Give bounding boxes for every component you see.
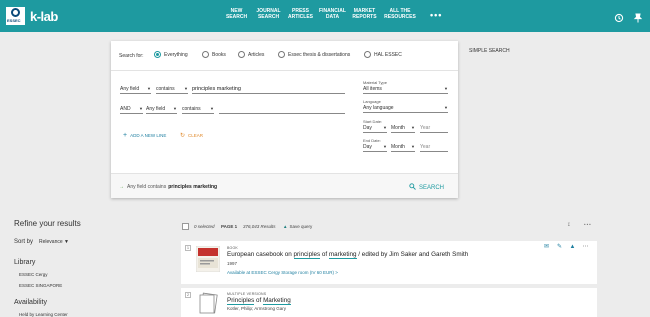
- row2-boolean-select[interactable]: AND ▼: [120, 105, 143, 114]
- row2-field-select[interactable]: Any field ▼: [146, 105, 177, 114]
- sort-select[interactable]: Relevance ▼: [39, 239, 69, 245]
- result-count: 376,043 Results: [243, 224, 276, 229]
- sort-by: Sort by Relevance ▼: [14, 239, 69, 245]
- results-toolbar: 0 selected PAGE 1 376,043 Results ▲ Save …: [181, 222, 601, 234]
- result-actions: ✉ ✎ ▲ ⋯: [537, 244, 589, 251]
- end-day-select[interactable]: Day ▼: [363, 143, 387, 152]
- add-line-button[interactable]: + ADD A NEW LINE: [123, 132, 166, 139]
- more-options-icon[interactable]: •••: [584, 222, 592, 227]
- radio-icon: [364, 51, 371, 58]
- page-number: PAGE 1: [221, 224, 238, 229]
- end-month-select[interactable]: Month ▼: [391, 143, 415, 152]
- clear-button[interactable]: ↻ CLEAR: [180, 132, 203, 139]
- facet-availability-title: Availability: [14, 299, 47, 306]
- plus-icon: +: [123, 132, 128, 139]
- availability-link[interactable]: Available at ESSEC Cergy Storage room (I…: [227, 270, 338, 275]
- chevron-down-icon: ▼: [383, 125, 387, 130]
- advanced-search-panel: Search for: Everything Books Articles Es…: [111, 41, 458, 198]
- row2-operator-select[interactable]: contains ▼: [182, 105, 214, 114]
- result-item[interactable]: 2 MULTIPLE VERSIONS Principles of Market…: [181, 288, 597, 317]
- search-icon: [409, 183, 416, 192]
- row1-field-select[interactable]: Any field ▼: [120, 85, 151, 94]
- top-bar: ESSEC k-lab NEW SEARCH JOURNAL SEARCH PRES…: [0, 0, 650, 32]
- book-cover-thumbnail: [195, 245, 221, 273]
- refine-title: Refine your results: [14, 219, 81, 228]
- end-year-input[interactable]: Year: [420, 143, 448, 152]
- pin-icon[interactable]: ▲: [569, 244, 576, 251]
- start-year-input[interactable]: Year: [420, 124, 448, 133]
- chevron-down-icon: ▼: [444, 86, 448, 91]
- query-summary-bar: → Any field contains principles marketing…: [111, 173, 458, 198]
- arrow-right-icon: →: [119, 184, 124, 190]
- logo[interactable]: ESSEC k-lab: [6, 7, 58, 25]
- chevron-down-icon: ▼: [411, 125, 415, 130]
- result-type: BOOK: [227, 246, 238, 250]
- refresh-icon: ↻: [180, 133, 186, 139]
- material-type-select[interactable]: All items ▼: [363, 85, 448, 94]
- select-all-checkbox[interactable]: [182, 223, 189, 230]
- pin-icon: ▲: [283, 224, 288, 229]
- chevron-down-icon: ▼: [139, 106, 143, 111]
- save-query-button[interactable]: ▲ Save query: [283, 224, 312, 229]
- result-title[interactable]: Principles of Marketing: [227, 297, 291, 305]
- radio-icon: [202, 51, 209, 58]
- result-year: 1997: [227, 261, 238, 266]
- nav-market-reports[interactable]: MARKET REPORTS: [349, 8, 380, 20]
- more-menu-icon[interactable]: •••: [430, 10, 442, 20]
- main-nav: NEW SEARCH JOURNAL SEARCH PRESS ARTICLES FI…: [221, 8, 420, 20]
- klab-brand: k-lab: [30, 8, 58, 24]
- search-scope-row: Search for: Everything Books Articles Es…: [111, 41, 458, 71]
- result-item[interactable]: 1 BOOK European casebook on principles o…: [181, 241, 597, 284]
- result-title[interactable]: European casebook on principles of marke…: [227, 251, 468, 259]
- row1-search-input[interactable]: principles marketing: [192, 85, 345, 94]
- pin-icon[interactable]: ↧: [567, 222, 571, 228]
- nav-new-search[interactable]: NEW SEARCH: [221, 8, 252, 20]
- language-select[interactable]: Any language ▼: [363, 104, 448, 113]
- chevron-down-icon: ▼: [173, 106, 177, 111]
- search-for-label: Search for:: [119, 53, 144, 59]
- radio-icon: [154, 51, 161, 58]
- scope-articles[interactable]: Articles: [238, 51, 264, 58]
- facet-library-singapore[interactable]: ESSEC SINGAPORE: [19, 283, 62, 288]
- scope-essec-thesis[interactable]: Essec thesis & dissertations: [278, 51, 350, 58]
- row1-operator-select[interactable]: contains ▼: [156, 85, 188, 94]
- query-summary: → Any field contains principles marketing: [119, 184, 218, 190]
- chevron-down-icon: ▼: [411, 144, 415, 149]
- row2-search-input[interactable]: [219, 105, 345, 114]
- radio-icon: [278, 51, 285, 58]
- nav-journal-search[interactable]: JOURNAL SEARCH: [253, 8, 284, 20]
- pin-icon[interactable]: [633, 10, 643, 23]
- result-number: 2: [185, 292, 191, 298]
- selected-count: 0 selected: [194, 224, 215, 229]
- result-number: 1: [185, 245, 191, 251]
- chevron-down-icon: ▼: [444, 105, 448, 110]
- start-day-select[interactable]: Day ▼: [363, 124, 387, 133]
- history-icon[interactable]: [614, 10, 624, 23]
- scope-books[interactable]: Books: [202, 51, 226, 58]
- result-authors: Kotler, Philip; Armstrong Gary: [227, 306, 287, 311]
- nav-financial-data[interactable]: FINANCIAL DATA: [317, 8, 348, 20]
- facet-availability-held[interactable]: Held by Learning Center: [19, 312, 68, 317]
- multiple-versions-icon: [196, 292, 220, 317]
- search-button[interactable]: SEARCH: [409, 183, 444, 192]
- more-options-icon[interactable]: ⋯: [582, 244, 589, 251]
- scope-everything[interactable]: Everything: [154, 51, 188, 58]
- nav-all-resources[interactable]: ALL THE RESOURCES: [381, 8, 419, 20]
- nav-press-articles[interactable]: PRESS ARTICLES: [285, 8, 316, 20]
- start-month-select[interactable]: Month ▼: [391, 124, 415, 133]
- facet-library-cergy[interactable]: ESSEC Cergy: [19, 272, 48, 277]
- chevron-down-icon: ▼: [210, 106, 214, 111]
- simple-search-link[interactable]: SIMPLE SEARCH: [469, 48, 510, 54]
- email-icon[interactable]: ✉: [543, 244, 550, 251]
- radio-icon: [238, 51, 245, 58]
- chevron-down-icon: ▼: [184, 86, 188, 91]
- edit-icon[interactable]: ✎: [556, 244, 563, 251]
- scope-hal-essec[interactable]: HAL ESSEC: [364, 51, 402, 58]
- chevron-down-icon: ▼: [147, 86, 151, 91]
- facet-library-title: Library: [14, 259, 36, 266]
- chevron-down-icon: ▼: [383, 144, 387, 149]
- result-type: MULTIPLE VERSIONS: [227, 292, 267, 296]
- essec-logo: ESSEC: [6, 7, 25, 25]
